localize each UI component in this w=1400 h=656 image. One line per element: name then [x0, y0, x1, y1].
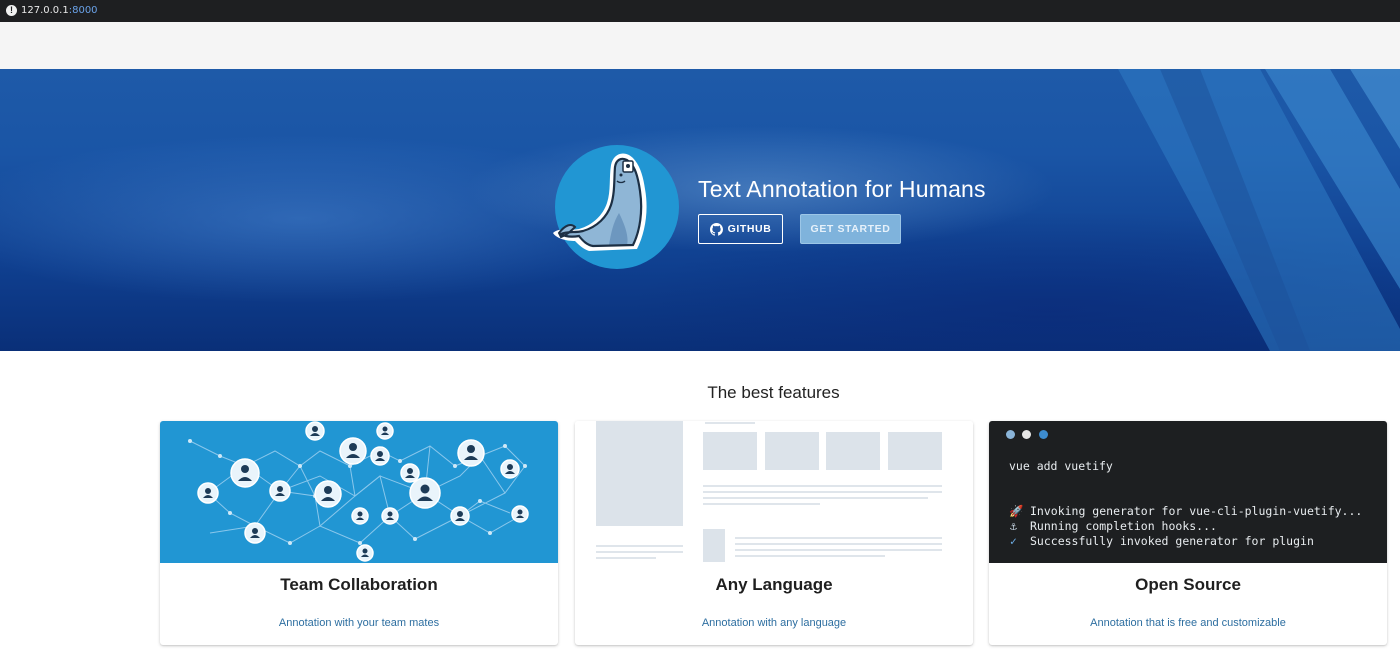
- seal-logo-icon: [553, 145, 679, 269]
- url-text[interactable]: 127.0.0.1:8000: [21, 4, 98, 18]
- feature-card-open-source: vue add vuetify 🚀 Invoking generator for…: [989, 421, 1387, 645]
- browser-url-bar[interactable]: ! 127.0.0.1:8000: [0, 0, 1400, 22]
- card-title: Open Source: [1135, 575, 1241, 594]
- terminal-output-line: Successfully invoked generator for plugi…: [1030, 534, 1314, 548]
- card-title: Any Language: [715, 575, 833, 594]
- info-icon[interactable]: !: [6, 5, 17, 16]
- terminal-window: vue add vuetify 🚀 Invoking generator for…: [989, 421, 1387, 563]
- terminal-dot-icon: [1006, 430, 1015, 439]
- layout-placeholder-icon: [575, 421, 973, 563]
- app-toolbar: [0, 22, 1400, 70]
- feature-card-team-collaboration: Team Collaboration Annotation with your …: [160, 421, 558, 645]
- url-port: :8000: [68, 5, 98, 16]
- features-heading: The best features: [707, 383, 840, 402]
- hero-title: Text Annotation for Humans: [698, 176, 986, 202]
- terminal-dot-icon: [1039, 430, 1048, 439]
- github-icon: [709, 222, 723, 236]
- hero-background-stripes: [1118, 69, 1400, 351]
- get-started-label: GET STARTED: [810, 223, 891, 235]
- card-subtitle: Annotation that is free and customizable: [1090, 617, 1286, 629]
- card-subtitle: Annotation with your team mates: [278, 617, 440, 629]
- anchor-icon: ⚓: [1010, 519, 1017, 533]
- feature-card-any-language: Any Language Annotation with any languag…: [575, 421, 973, 645]
- terminal-command: vue add vuetify: [1009, 459, 1113, 473]
- terminal-output-line: Invoking generator for vue-cli-plugin-vu…: [1030, 504, 1363, 518]
- check-icon: ✓: [1010, 534, 1017, 548]
- hero-section: Text Annotation for Humans GITHUB GET ST…: [0, 69, 1400, 351]
- github-button[interactable]: GITHUB: [698, 214, 783, 244]
- terminal-output-line: Running completion hooks...: [1030, 519, 1217, 533]
- network-people-icon: [160, 421, 558, 563]
- terminal-dot-icon: [1022, 430, 1031, 439]
- card-title: Team Collaboration: [280, 575, 438, 594]
- url-host: 127.0.0.1: [21, 5, 69, 16]
- github-button-label: GITHUB: [727, 223, 772, 235]
- get-started-button[interactable]: GET STARTED: [800, 214, 901, 244]
- rocket-icon: 🚀: [1009, 504, 1024, 518]
- card-subtitle: Annotation with any language: [701, 617, 847, 629]
